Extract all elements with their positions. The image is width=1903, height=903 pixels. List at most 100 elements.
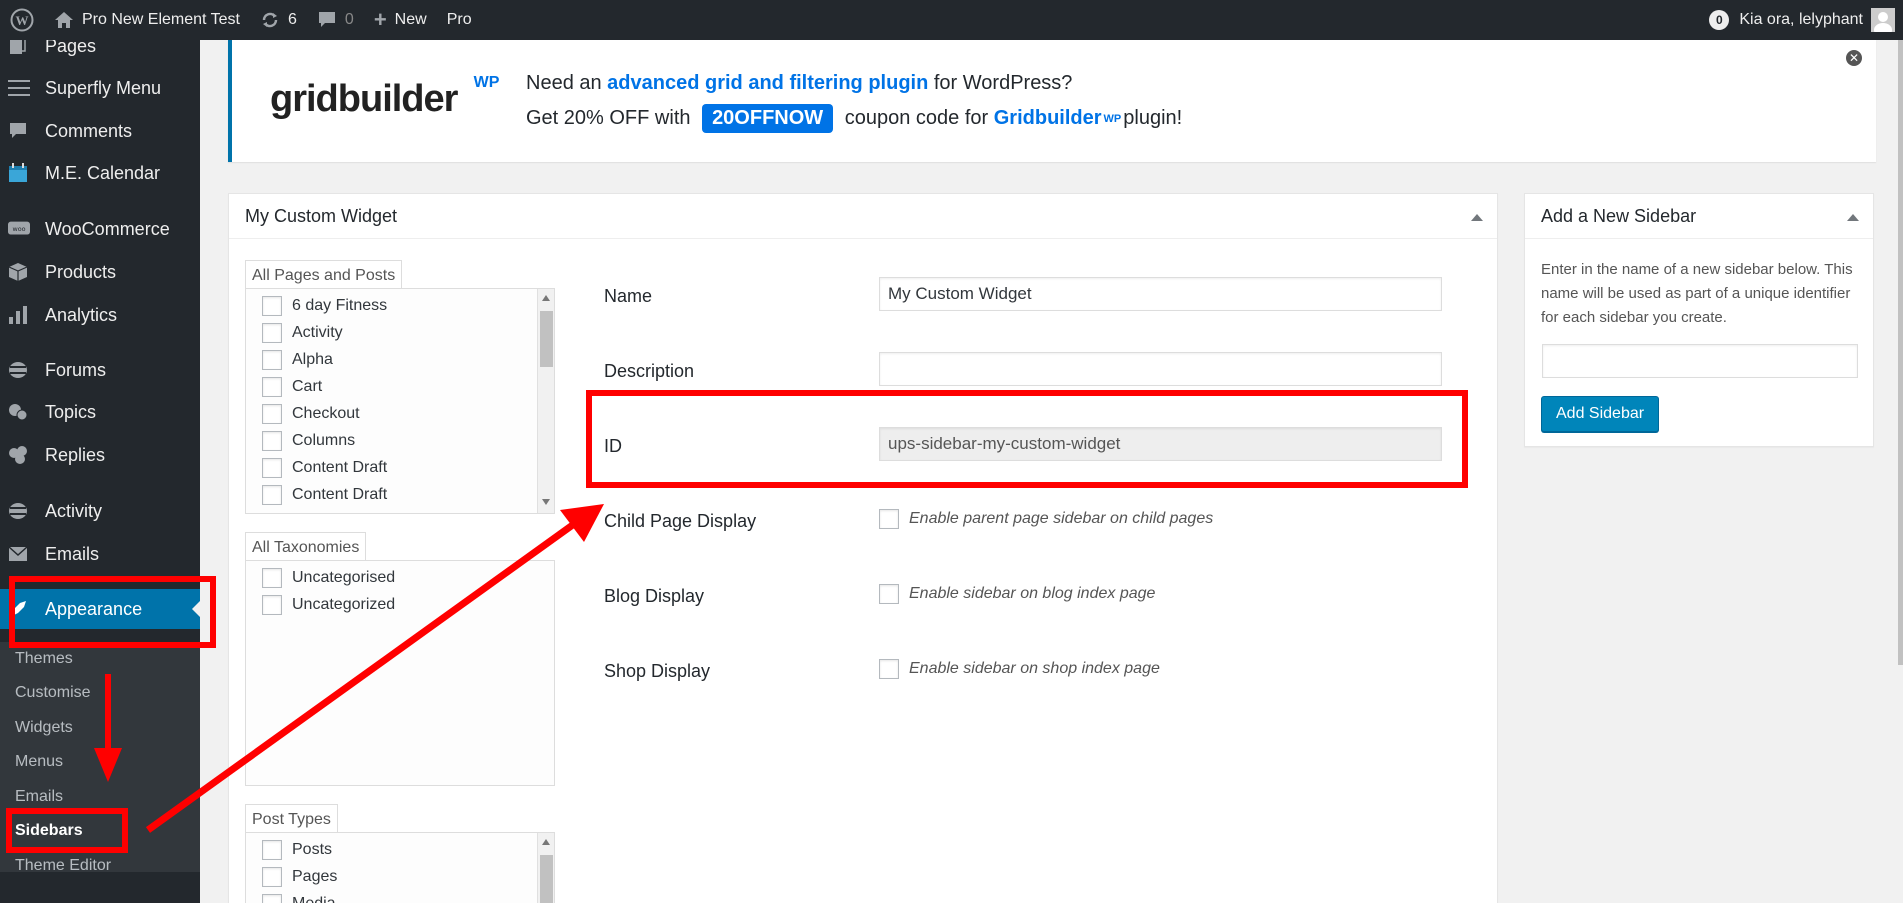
list-item[interactable]: Posts <box>262 840 332 860</box>
wordpress-logo-button[interactable]: W <box>0 0 44 40</box>
list-item[interactable]: 6 day Fitness <box>262 296 387 316</box>
scroll-thumb[interactable] <box>540 311 553 367</box>
checkbox[interactable] <box>262 894 282 903</box>
item-label: Uncategorised <box>292 569 396 586</box>
list-item[interactable]: Uncategorized <box>262 595 395 615</box>
checkbox[interactable] <box>262 485 282 505</box>
pro-link[interactable]: Pro <box>437 0 482 40</box>
checkbox[interactable] <box>262 296 282 316</box>
brand-sup: WP <box>1103 112 1122 125</box>
submenu-item-customise[interactable]: Customise <box>15 684 91 702</box>
menu-item-superfly[interactable]: Superfly Menu <box>0 68 200 108</box>
checkbox[interactable] <box>262 568 282 588</box>
pages-scrollbar[interactable] <box>537 289 554 513</box>
list-item[interactable]: Content Draft <box>262 458 387 478</box>
menu-item-pages[interactable]: Pages <box>0 40 200 66</box>
list-item[interactable]: Columns <box>262 431 355 451</box>
new-label: New <box>394 11 427 28</box>
new-content-link[interactable]: + New <box>364 0 437 40</box>
comments-link[interactable]: 0 <box>307 0 364 40</box>
shop-display-option[interactable]: Enable sidebar on shop index page <box>879 659 1160 679</box>
menu-item-calendar[interactable]: M.E. Calendar <box>0 153 200 193</box>
list-item[interactable]: Checkout <box>262 404 360 424</box>
menu-item-comments[interactable]: Comments <box>0 111 200 151</box>
list-item[interactable]: Alpha <box>262 350 333 370</box>
child-page-checkbox[interactable] <box>879 509 899 529</box>
scroll-up-icon[interactable] <box>542 295 550 301</box>
menu-item-activity[interactable]: Activity <box>0 491 200 531</box>
post-types-scrollbar[interactable] <box>537 833 554 903</box>
menu-item-forums[interactable]: Forums <box>0 350 200 390</box>
menu-item-products[interactable]: Products <box>0 252 200 292</box>
scroll-thumb[interactable] <box>540 855 553 903</box>
add-sidebar-button[interactable]: Add Sidebar <box>1541 396 1660 432</box>
item-label: Content Draft <box>292 459 388 476</box>
description-input[interactable] <box>879 352 1442 386</box>
topics-icon <box>0 402 30 422</box>
blog-display-option[interactable]: Enable sidebar on blog index page <box>879 584 1155 604</box>
checkbox[interactable] <box>262 377 282 397</box>
item-label: 6 day Fitness <box>292 297 388 314</box>
menu-label: Topics <box>45 401 97 422</box>
list-item[interactable]: Cart <box>262 377 322 397</box>
list-item[interactable]: Content Draft <box>262 485 387 505</box>
postbox-title: Add a New Sidebar <box>1541 205 1697 226</box>
tab-all-taxonomies[interactable]: All Taxonomies <box>245 532 367 563</box>
account-greeting[interactable]: Kia ora, lelyphant <box>1739 11 1863 29</box>
close-icon[interactable]: ✕ <box>1846 50 1862 66</box>
child-page-option[interactable]: Enable parent page sidebar on child page… <box>879 509 1213 529</box>
scroll-up-icon[interactable] <box>542 839 550 845</box>
menu-label: Analytics <box>45 304 118 325</box>
submenu-item-menus[interactable]: Menus <box>15 753 63 771</box>
menu-label: Activity <box>45 500 103 521</box>
menu-item-emails[interactable]: Emails <box>0 534 200 574</box>
tab-post-types[interactable]: Post Types <box>245 804 338 835</box>
checkbox[interactable] <box>262 323 282 343</box>
comment-icon <box>0 122 30 140</box>
checkbox[interactable] <box>262 840 282 860</box>
page-scrollbar[interactable] <box>1898 40 1903 665</box>
submenu-item-widgets[interactable]: Widgets <box>15 719 73 737</box>
checkbox[interactable] <box>262 867 282 887</box>
menu-label: Pages <box>45 40 97 56</box>
menu-item-topics[interactable]: Topics <box>0 392 200 432</box>
woo-icon: woo <box>0 221 30 237</box>
banner-brand-link[interactable]: Gridbuilder <box>994 107 1102 130</box>
notifications-badge[interactable]: 0 <box>1709 10 1730 30</box>
checkbox[interactable] <box>262 350 282 370</box>
banner-plugin-link[interactable]: advanced grid and filtering plugin <box>607 72 928 94</box>
postbox-header[interactable]: My Custom Widget <box>229 194 1497 239</box>
menu-item-woocommerce[interactable]: woo WooCommerce <box>0 209 200 249</box>
checkbox[interactable] <box>262 595 282 615</box>
blog-display-checkbox[interactable] <box>879 584 899 604</box>
tab-all-pages-posts[interactable]: All Pages and Posts <box>245 260 403 291</box>
list-item[interactable]: Media <box>262 894 336 903</box>
submenu-item-themes[interactable]: Themes <box>15 650 73 668</box>
collapse-toggle-icon[interactable] <box>1847 214 1859 221</box>
new-sidebar-name-input[interactable] <box>1542 344 1858 378</box>
checkbox[interactable] <box>262 431 282 451</box>
banner-text: Get 20% OFF with <box>526 107 697 129</box>
site-name-link[interactable]: Pro New Element Test <box>44 0 250 40</box>
list-item[interactable]: Activity <box>262 323 343 343</box>
submenu-item-theme-editor[interactable]: Theme Editor <box>15 857 111 875</box>
item-label: Alpha <box>292 351 333 368</box>
name-input[interactable]: My Custom Widget <box>879 277 1442 311</box>
list-item[interactable]: Pages <box>262 867 337 887</box>
avatar[interactable] <box>1871 8 1895 32</box>
list-item[interactable]: Uncategorised <box>262 568 395 588</box>
submenu-item-emails[interactable]: Emails <box>15 788 63 806</box>
checkbox[interactable] <box>262 404 282 424</box>
shop-display-checkbox[interactable] <box>879 659 899 679</box>
checkbox[interactable] <box>262 458 282 478</box>
scroll-down-icon[interactable] <box>542 499 550 505</box>
mail-icon <box>0 546 30 562</box>
updates-link[interactable]: 6 <box>250 0 307 40</box>
annotation-sidebars-highlight <box>6 808 128 853</box>
postbox-header[interactable]: Add a New Sidebar <box>1525 194 1873 239</box>
menu-item-analytics[interactable]: Analytics <box>0 295 200 335</box>
item-label: Columns <box>292 432 356 449</box>
menu-item-replies[interactable]: Replies <box>0 435 200 475</box>
collapse-toggle-icon[interactable] <box>1471 214 1483 221</box>
menu-label: Superfly Menu <box>45 77 162 98</box>
